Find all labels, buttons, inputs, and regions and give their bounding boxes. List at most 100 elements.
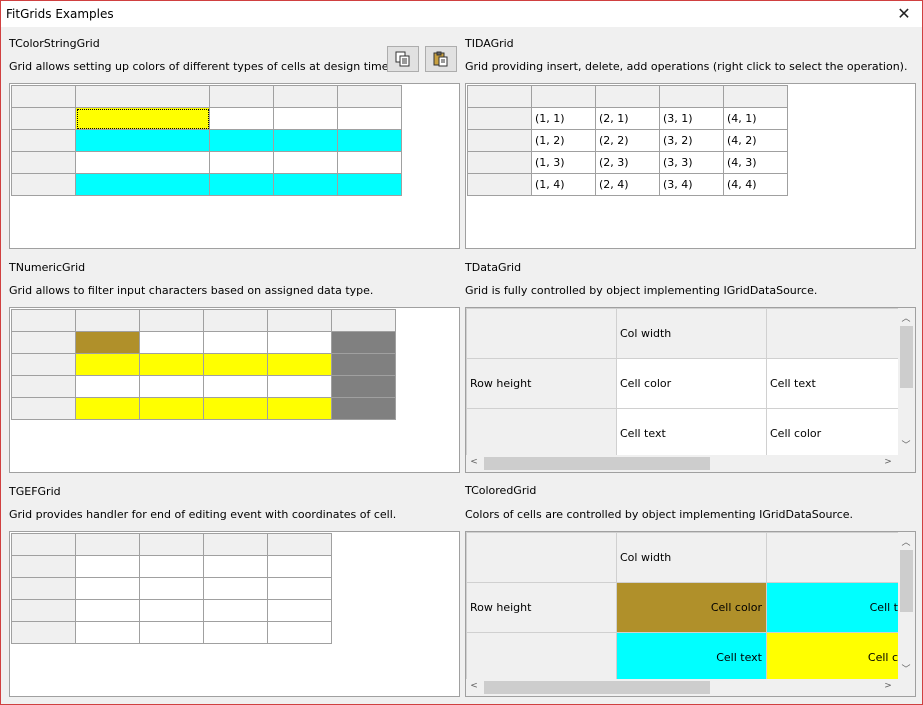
grid-cell[interactable]: (3, 2) xyxy=(659,129,724,152)
gef-grid[interactable] xyxy=(11,533,332,644)
grid-cell[interactable] xyxy=(139,577,204,600)
grid-cell[interactable] xyxy=(331,353,396,376)
grid-cell[interactable] xyxy=(267,621,332,644)
grid-cell[interactable] xyxy=(337,129,402,152)
copy-button[interactable] xyxy=(387,46,419,72)
grid-cell[interactable] xyxy=(139,599,204,622)
vertical-scrollbar[interactable]: ︿ ﹀ xyxy=(898,308,915,455)
colored-grid[interactable]: Col width Row height Cell color Cell t C… xyxy=(466,532,899,683)
grid-cell[interactable] xyxy=(331,397,396,420)
grid-cell[interactable] xyxy=(337,107,402,130)
grid-cell[interactable]: (3, 3) xyxy=(659,151,724,174)
grid-cell[interactable] xyxy=(203,331,268,354)
grid-cell[interactable]: (2, 2) xyxy=(595,129,660,152)
grid-cell[interactable] xyxy=(209,107,274,130)
scroll-down-icon[interactable]: ﹀ xyxy=(898,662,914,675)
horizontal-scrollbar[interactable]: < > xyxy=(466,679,915,696)
grid-cell[interactable] xyxy=(273,173,338,196)
grid-cell[interactable]: (1, 3) xyxy=(531,151,596,174)
grid-cell[interactable] xyxy=(267,577,332,600)
scroll-up-icon[interactable]: ︿ xyxy=(898,311,914,324)
grid-cell[interactable]: (2, 3) xyxy=(595,151,660,174)
grid-cell[interactable]: Cell text xyxy=(766,358,899,409)
scroll-thumb[interactable] xyxy=(900,326,913,388)
grid-cell[interactable] xyxy=(139,621,204,644)
grid-cell[interactable] xyxy=(139,353,204,376)
grid-cell[interactable] xyxy=(75,577,140,600)
scroll-left-icon[interactable]: < xyxy=(466,457,482,467)
close-icon[interactable]: ✕ xyxy=(892,3,916,25)
scroll-right-icon[interactable]: > xyxy=(880,457,896,467)
grid-cell[interactable]: (3, 4) xyxy=(659,173,724,196)
grid-cell[interactable] xyxy=(75,555,140,578)
scroll-right-icon[interactable]: > xyxy=(880,681,896,691)
grid-cell[interactable] xyxy=(203,353,268,376)
grid-cell[interactable] xyxy=(75,173,210,196)
grid-cell[interactable] xyxy=(267,555,332,578)
grid-cell[interactable]: (1, 4) xyxy=(531,173,596,196)
grid-cell[interactable] xyxy=(209,173,274,196)
grid-cell[interactable] xyxy=(75,397,140,420)
grid-cell[interactable]: (4, 2) xyxy=(723,129,788,152)
scroll-thumb[interactable] xyxy=(900,550,913,612)
grid-cell[interactable] xyxy=(139,555,204,578)
grid-cell[interactable] xyxy=(337,173,402,196)
grid-cell[interactable]: Cell text xyxy=(616,632,767,683)
grid-cell[interactable]: Cell color xyxy=(616,582,767,633)
grid-cell[interactable]: Cell color xyxy=(616,358,767,409)
grid-cell[interactable]: Cell color xyxy=(766,408,899,459)
grid-cell[interactable] xyxy=(203,577,268,600)
grid-cell[interactable] xyxy=(75,599,140,622)
grid-cell[interactable] xyxy=(75,353,140,376)
tida-grid[interactable]: (1, 1) (2, 1) (3, 1) (4, 1) (1, 2) (2, 2) (3,… xyxy=(467,85,788,196)
grid-cell[interactable]: (4, 1) xyxy=(723,107,788,130)
grid-cell[interactable] xyxy=(337,151,402,174)
vertical-scrollbar[interactable]: ︿ ﹀ xyxy=(898,532,915,679)
scroll-down-icon[interactable]: ﹀ xyxy=(898,438,914,451)
grid-cell[interactable] xyxy=(139,375,204,398)
scroll-up-icon[interactable]: ︿ xyxy=(898,535,914,548)
colorstring-grid[interactable] xyxy=(11,85,402,196)
grid-cell[interactable]: (4, 4) xyxy=(723,173,788,196)
grid-cell[interactable]: Cell text xyxy=(616,408,767,459)
grid-cell[interactable] xyxy=(209,129,274,152)
scroll-thumb[interactable] xyxy=(484,457,710,470)
grid-cell[interactable]: Cell c xyxy=(766,632,899,683)
grid-cell[interactable] xyxy=(75,129,210,152)
grid-cell[interactable]: (3, 1) xyxy=(659,107,724,130)
horizontal-scrollbar[interactable]: < > xyxy=(466,455,915,472)
grid-cell[interactable] xyxy=(75,151,210,174)
grid-cell[interactable] xyxy=(203,375,268,398)
grid-cell[interactable] xyxy=(273,107,338,130)
grid-cell[interactable] xyxy=(267,353,332,376)
grid-cell[interactable] xyxy=(273,151,338,174)
grid-cell[interactable] xyxy=(331,331,396,354)
grid-cell[interactable] xyxy=(331,375,396,398)
grid-cell[interactable] xyxy=(209,151,274,174)
grid-cell[interactable] xyxy=(203,397,268,420)
grid-cell[interactable] xyxy=(139,397,204,420)
grid-cell[interactable] xyxy=(75,331,140,354)
grid-cell[interactable] xyxy=(273,129,338,152)
grid-cell[interactable]: (1, 1) xyxy=(531,107,596,130)
grid-cell[interactable]: Cell t xyxy=(766,582,899,633)
grid-cell[interactable]: (2, 1) xyxy=(595,107,660,130)
grid-cell[interactable] xyxy=(203,599,268,622)
grid-cell[interactable] xyxy=(267,397,332,420)
grid-cell[interactable] xyxy=(139,331,204,354)
numeric-grid[interactable] xyxy=(11,309,396,420)
grid-cell[interactable] xyxy=(267,375,332,398)
grid-cell-selected[interactable] xyxy=(75,107,210,130)
paste-button[interactable] xyxy=(425,46,457,72)
grid-cell[interactable] xyxy=(203,621,268,644)
data-grid[interactable]: Col width Row height Cell color Cell tex… xyxy=(466,308,899,459)
grid-cell[interactable]: (4, 3) xyxy=(723,151,788,174)
grid-cell[interactable] xyxy=(267,599,332,622)
grid-cell[interactable] xyxy=(75,375,140,398)
grid-cell[interactable] xyxy=(267,331,332,354)
grid-cell[interactable] xyxy=(203,555,268,578)
grid-cell[interactable] xyxy=(75,621,140,644)
scroll-thumb[interactable] xyxy=(484,681,710,694)
grid-cell[interactable]: (2, 4) xyxy=(595,173,660,196)
grid-cell[interactable]: (1, 2) xyxy=(531,129,596,152)
